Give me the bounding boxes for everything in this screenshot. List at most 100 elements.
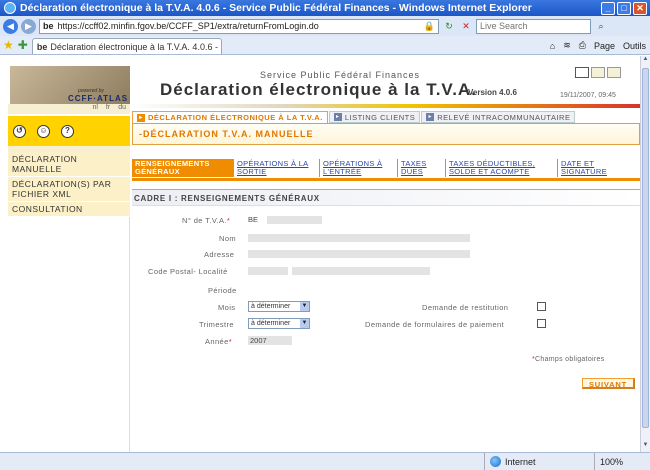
scrollbar-thumb[interactable] bbox=[642, 68, 649, 428]
feeds-icon[interactable]: ≋ bbox=[563, 40, 571, 51]
address-label: Adresse bbox=[204, 250, 235, 259]
language-switcher: nl fr du bbox=[8, 104, 130, 114]
step-general-info[interactable]: RENSEIGNEMENTS GÉNÉRAUX bbox=[132, 159, 234, 177]
belgian-flag-stripe bbox=[130, 104, 640, 108]
globe-icon bbox=[490, 456, 501, 467]
tab-intracommunity[interactable]: ▸ RELEVÉ INTRACOMMUNAUTAIRE bbox=[421, 111, 576, 123]
close-window-button[interactable]: ✕ bbox=[633, 1, 647, 15]
profile-icon[interactable]: ☺ bbox=[37, 124, 50, 138]
security-zone[interactable]: Internet bbox=[484, 453, 594, 470]
sidebar-menu: DÉCLARATION MANUELLE DÉCLARATION(S) PAR … bbox=[8, 152, 130, 217]
minimize-button[interactable]: _ bbox=[601, 1, 615, 15]
next-button[interactable]: SUIVANT bbox=[582, 378, 635, 389]
search-input[interactable] bbox=[476, 18, 591, 34]
lang-fr[interactable]: fr bbox=[106, 104, 110, 114]
forward-button[interactable]: ▶ bbox=[21, 18, 36, 34]
tab-active[interactable]: be Déclaration électronique à la T.V.A. … bbox=[31, 38, 222, 54]
url-prefix: be bbox=[43, 21, 54, 31]
scroll-up-icon[interactable]: ▲ bbox=[641, 56, 650, 66]
logout-icon[interactable]: ↺ bbox=[13, 124, 26, 138]
search-icon[interactable]: ⌕ bbox=[594, 19, 608, 33]
address-toolbar: ◀ ▶ be https://ccff02.minfin.fgov.be/CCF… bbox=[0, 16, 650, 36]
sidebar-item-manual-declaration[interactable]: DÉCLARATION MANUELLE bbox=[8, 152, 130, 177]
month-label: Mois bbox=[218, 303, 236, 312]
general-info-form: N° de T.V.A.* BE Nom Adresse Code Postal… bbox=[132, 206, 640, 396]
step-date-signature[interactable]: DATE ET SIGNATURE bbox=[558, 159, 624, 177]
maximize-button[interactable]: □ bbox=[617, 1, 631, 15]
step-incoming-operations[interactable]: OPÉRATIONS À L'ENTRÉE bbox=[320, 159, 398, 177]
app-version: Version 4.0.6 bbox=[468, 88, 517, 97]
lang-nl[interactable]: nl bbox=[92, 104, 97, 114]
month-select-value: à déterminer bbox=[251, 303, 291, 310]
step-taxes-due[interactable]: TAXES DUES bbox=[398, 159, 446, 177]
print-icon[interactable]: ⎙ bbox=[579, 40, 586, 51]
current-datetime: 19/11/2007, 09:45 bbox=[560, 92, 616, 99]
stop-icon[interactable]: ✕ bbox=[459, 19, 473, 33]
address-field[interactable] bbox=[248, 250, 470, 258]
layout-narrow-icon[interactable] bbox=[607, 67, 621, 78]
section-title: CADRE I : RENSEIGNEMENTS GÉNÉRAUX bbox=[132, 189, 640, 206]
top-tabs: ▸ DÉCLARATION ÉLECTRONIQUE À LA T.V.A. ▸… bbox=[132, 111, 640, 123]
vat-prefix: BE bbox=[248, 215, 259, 224]
vat-number-field[interactable] bbox=[267, 216, 322, 224]
brand-text: CCFF·ATLAS bbox=[68, 94, 129, 103]
quarter-select[interactable]: à déterminer ▼ bbox=[248, 318, 310, 329]
payment-forms-checkbox[interactable] bbox=[537, 319, 546, 328]
quarter-label: Trimestre bbox=[199, 320, 234, 329]
year-value: 2007 bbox=[250, 336, 267, 345]
home-icon[interactable]: ⌂ bbox=[550, 41, 555, 51]
zoom-level[interactable]: 100% bbox=[594, 453, 650, 470]
page-menu[interactable]: Page bbox=[594, 41, 615, 51]
status-bar: Internet 100% bbox=[0, 452, 650, 470]
help-icon[interactable]: ? bbox=[61, 124, 74, 138]
sidebar-item-consultation[interactable]: CONSULTATION bbox=[8, 202, 130, 217]
add-favorite-icon[interactable]: ✚ bbox=[18, 38, 28, 52]
step-outgoing-operations[interactable]: OPÉRATIONS À LA SORTIE bbox=[234, 159, 320, 177]
lang-du[interactable]: du bbox=[118, 104, 126, 114]
layout-switcher bbox=[575, 67, 621, 78]
lock-icon[interactable]: 🔒 bbox=[424, 21, 435, 32]
tab-title: Déclaration électronique à la T.V.A. 4.0… bbox=[50, 41, 220, 52]
back-button[interactable]: ◀ bbox=[3, 18, 18, 34]
required-fields-note: *Champs obligatoires bbox=[532, 356, 605, 363]
refresh-icon[interactable]: ↻ bbox=[442, 19, 456, 33]
header-banner: powered by CCFF·ATLAS Service Public Féd… bbox=[0, 62, 640, 110]
locality-field[interactable] bbox=[292, 267, 430, 275]
web-page: powered by CCFF·ATLAS Service Public Féd… bbox=[0, 56, 640, 452]
layout-medium-icon[interactable] bbox=[591, 67, 605, 78]
url-text: https://ccff02.minfin.fgov.be/CCFF_SP1/e… bbox=[57, 21, 319, 31]
favorites-star-icon[interactable]: ★ bbox=[3, 38, 14, 52]
window-title: Déclaration électronique à la T.V.A. 4.0… bbox=[20, 2, 532, 14]
app-title: Déclaration électronique à la T.V.A. bbox=[160, 80, 477, 99]
chevron-right-icon: ▸ bbox=[426, 113, 435, 121]
left-sidebar: nl fr du ↺ ☺ ? DÉCLARATION MANUELLE DÉCL… bbox=[8, 104, 130, 452]
vat-number-label: N° de T.V.A.* bbox=[182, 216, 231, 225]
tab-site-icon: be bbox=[36, 41, 48, 52]
scroll-down-icon[interactable]: ▼ bbox=[641, 442, 650, 452]
tab-label: DÉCLARATION ÉLECTRONIQUE À LA T.V.A. bbox=[148, 113, 323, 122]
tab-bar: ★ ✚ be Déclaration électronique à la T.V… bbox=[0, 36, 650, 55]
restitution-checkbox[interactable] bbox=[537, 302, 546, 311]
restitution-label: Demande de restitution bbox=[422, 303, 509, 312]
address-input[interactable]: be https://ccff02.minfin.fgov.be/CCFF_SP… bbox=[39, 18, 439, 34]
sidebar-item-xml-declaration[interactable]: DÉCLARATION(S) PAR FICHIER XML bbox=[8, 177, 130, 202]
vertical-scrollbar[interactable]: ▲ ▼ bbox=[640, 56, 650, 452]
zone-label: Internet bbox=[505, 456, 536, 467]
layout-wide-icon[interactable] bbox=[575, 67, 589, 78]
payment-forms-label: Demande de formulaires de paiement bbox=[365, 320, 505, 329]
command-bar: ⌂ ≋ ⎙ Page Outils bbox=[550, 40, 650, 51]
service-name: Service Public Fédéral Finances bbox=[260, 70, 421, 80]
tools-menu[interactable]: Outils bbox=[623, 41, 646, 51]
chevron-down-icon: ▼ bbox=[300, 302, 309, 311]
tab-vat-declaration[interactable]: ▸ DÉCLARATION ÉLECTRONIQUE À LA T.V.A. bbox=[132, 111, 328, 123]
tab-label: LISTING CLIENTS bbox=[344, 112, 416, 122]
page-subtitle: -DÉCLARATION T.V.A. MANUELLE bbox=[132, 123, 640, 145]
tab-client-listing[interactable]: ▸ LISTING CLIENTS bbox=[328, 111, 421, 123]
chevron-right-icon: ▸ bbox=[137, 113, 145, 122]
month-select[interactable]: à déterminer ▼ bbox=[248, 301, 310, 312]
postal-code-field[interactable] bbox=[248, 267, 288, 275]
name-label: Nom bbox=[219, 234, 237, 243]
step-deductible-taxes[interactable]: TAXES DÉDUCTIBLES, SOLDE ET ACOMPTE bbox=[446, 159, 558, 177]
name-field[interactable] bbox=[248, 234, 470, 242]
quarter-select-value: à déterminer bbox=[251, 320, 291, 327]
